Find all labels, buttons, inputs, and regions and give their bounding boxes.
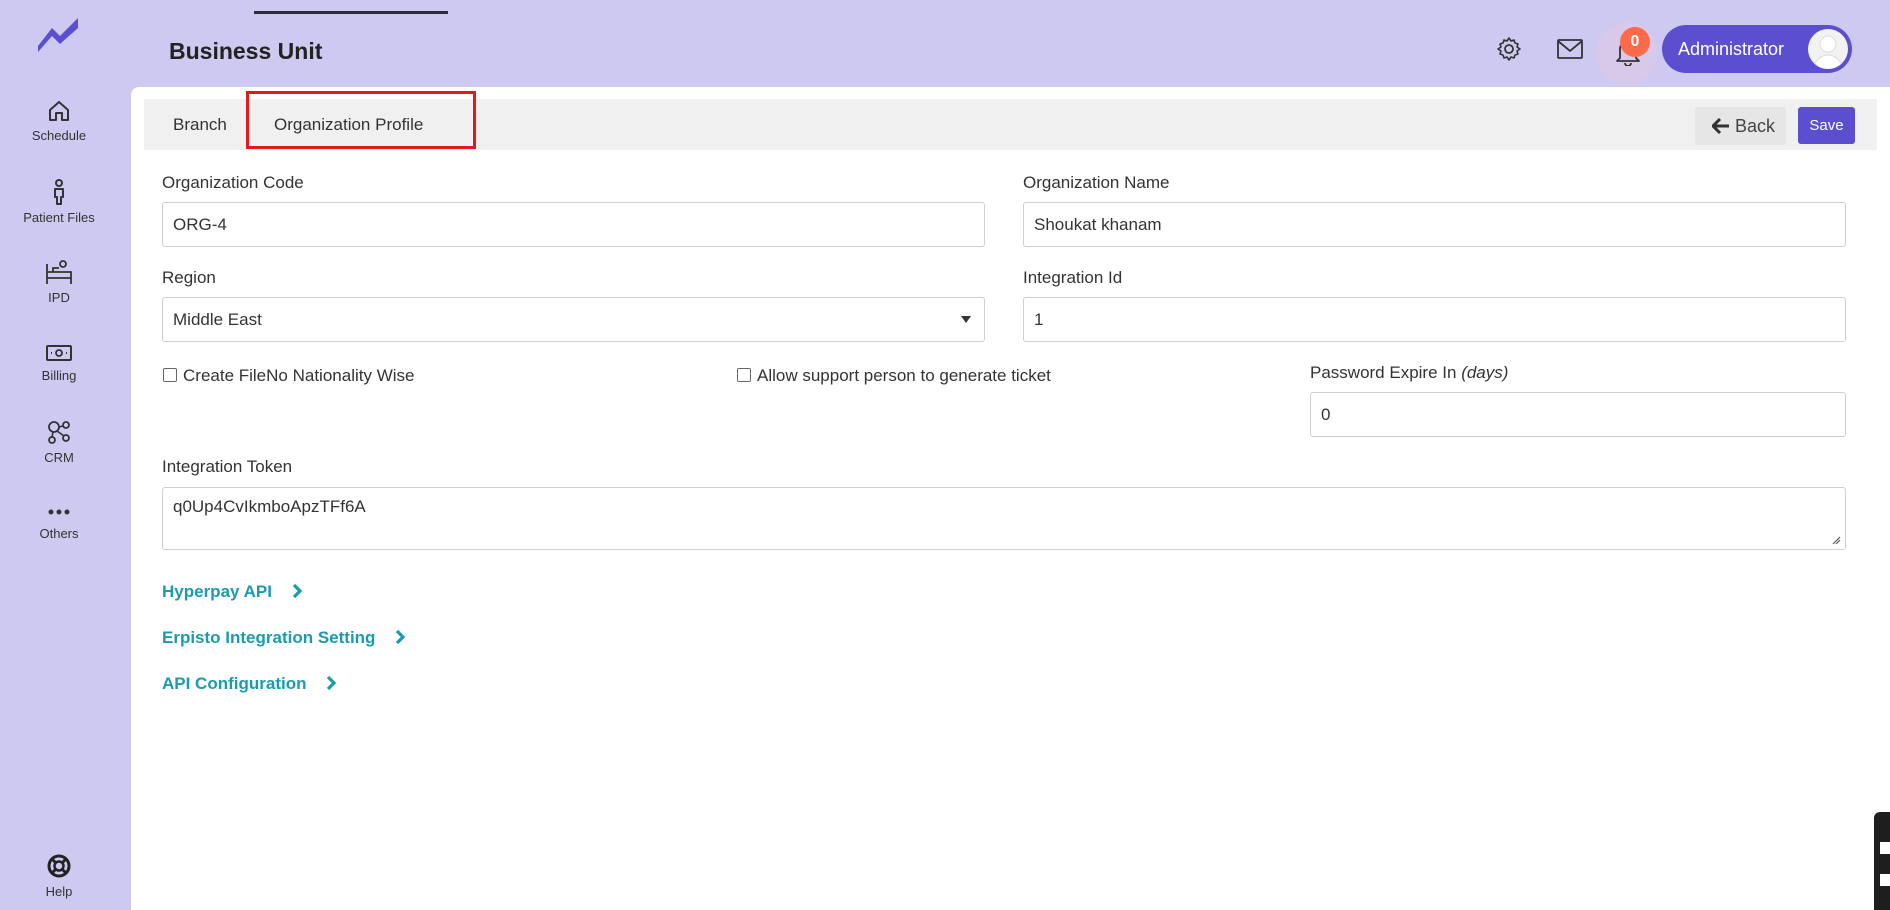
section-hyperpay-api[interactable]: Hyperpay API (162, 582, 303, 602)
arrow-left-icon (1712, 118, 1729, 134)
integration-token-label: Integration Token (162, 457, 293, 476)
page-title: Business Unit (169, 38, 323, 64)
section-label: Erpisto Integration Setting (162, 628, 376, 647)
network-icon (48, 421, 70, 444)
allow-support-checkbox[interactable] (737, 368, 751, 382)
floating-widget[interactable] (1874, 812, 1890, 910)
more-icon (48, 509, 70, 515)
sidebar-item-label: Patient Files (23, 210, 95, 225)
password-expire-input[interactable] (1310, 392, 1846, 437)
lifebuoy-icon (47, 854, 71, 878)
person-icon (54, 179, 64, 205)
org-code-input[interactable] (162, 202, 985, 247)
integration-token-value: q0Up4CvIkmboApzTFf6A (173, 497, 366, 516)
widget-square (1880, 874, 1890, 886)
sidebar-item-crm[interactable]: CRM (0, 418, 118, 465)
org-code-label: Organization Code (162, 173, 304, 192)
region-label: Region (162, 268, 216, 287)
allow-support-label: Allow support person to generate ticket (757, 366, 1051, 385)
org-name-input[interactable] (1023, 202, 1846, 247)
region-select[interactable]: Middle East (162, 297, 985, 342)
back-button[interactable]: Back (1695, 107, 1786, 145)
chevron-right-icon (396, 629, 406, 645)
mail-icon[interactable] (1556, 38, 1584, 60)
tab-branch[interactable]: Branch (173, 99, 227, 150)
sidebar-item-label: Others (39, 526, 79, 541)
highlight-annotation (246, 91, 476, 149)
avatar (1808, 29, 1848, 69)
sidebar: Schedule Patient Files IPD Billing CRM O… (0, 0, 118, 910)
chevron-right-icon (327, 675, 337, 691)
create-fileno-label: Create FileNo Nationality Wise (183, 366, 415, 385)
region-value: Middle East (173, 310, 262, 329)
sidebar-item-others[interactable]: Others (0, 502, 118, 541)
cash-icon (46, 345, 72, 361)
sidebar-item-billing[interactable]: Billing (0, 342, 118, 383)
user-menu-button[interactable]: Administrator (1662, 25, 1852, 73)
org-name-label: Organization Name (1023, 173, 1170, 192)
password-expire-unit: (days) (1461, 363, 1509, 382)
resize-grip-icon[interactable] (1831, 535, 1841, 545)
sidebar-item-label: Help (45, 884, 73, 899)
sidebar-item-label: Billing (41, 368, 77, 383)
sidebar-item-label: Schedule (31, 128, 87, 143)
section-erpisto-integration-setting[interactable]: Erpisto Integration Setting (162, 628, 406, 648)
allow-support-checkbox-row[interactable]: Allow support person to generate ticket (737, 366, 1051, 386)
app-logo-icon[interactable] (34, 14, 84, 52)
chevron-down-icon (961, 316, 971, 323)
integration-token-textarea[interactable]: q0Up4CvIkmboApzTFf6A (162, 487, 1846, 550)
section-label: Hyperpay API (162, 582, 272, 601)
section-api-configuration[interactable]: API Configuration (162, 674, 337, 694)
create-fileno-checkbox-row[interactable]: Create FileNo Nationality Wise (163, 366, 414, 386)
password-expire-label: Password Expire In (days) (1310, 363, 1508, 383)
sidebar-item-patient-files[interactable]: Patient Files (0, 178, 118, 225)
sidebar-item-ipd[interactable]: IPD (0, 258, 118, 305)
create-fileno-checkbox[interactable] (163, 368, 177, 382)
avatar-icon (1813, 35, 1843, 69)
gear-icon[interactable] (1496, 36, 1522, 62)
save-button[interactable]: Save (1798, 107, 1855, 144)
section-label: API Configuration (162, 674, 307, 693)
sidebar-item-label: IPD (48, 290, 70, 305)
widget-square (1880, 842, 1890, 854)
chevron-right-icon (292, 583, 302, 599)
password-expire-label-text: Password Expire In (1310, 363, 1457, 382)
home-icon (49, 101, 69, 121)
integration-id-input[interactable] (1023, 297, 1846, 342)
user-name: Administrator (1678, 39, 1785, 59)
sidebar-item-label: CRM (44, 450, 74, 465)
bed-icon (46, 260, 72, 284)
sidebar-item-help[interactable]: Help (0, 852, 118, 899)
notification-count-badge: 0 (1620, 27, 1650, 57)
sidebar-item-schedule[interactable]: Schedule (0, 98, 118, 143)
integration-id-label: Integration Id (1023, 268, 1123, 287)
back-label: Back (1735, 116, 1776, 136)
active-tab-indicator (254, 11, 448, 14)
